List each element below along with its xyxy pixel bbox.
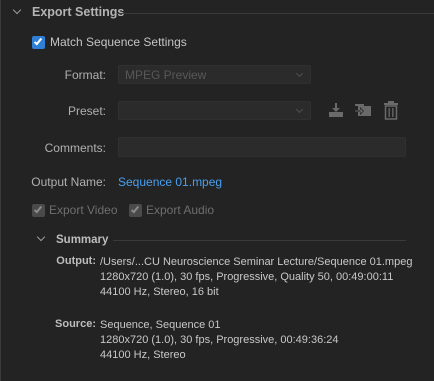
checkmark-icon xyxy=(33,36,43,46)
checkmark-icon xyxy=(33,204,43,214)
checkmark-icon xyxy=(130,204,140,214)
trash-icon[interactable] xyxy=(383,100,399,123)
match-sequence-label[interactable]: Match Sequence Settings xyxy=(50,35,187,49)
export-settings-panel: Export Settings Match Sequence Settings … xyxy=(0,0,434,381)
output-path: /Users/...CU Neuroscience Seminar Lectur… xyxy=(100,256,413,268)
comments-label: Comments: xyxy=(44,141,106,155)
chevron-down-icon xyxy=(295,69,304,78)
output-key: Output: xyxy=(56,255,96,267)
comments-field[interactable] xyxy=(118,137,406,157)
export-video-label: Export Video xyxy=(49,203,118,217)
export-settings-header[interactable]: Export Settings xyxy=(1,0,434,26)
export-video-checkbox[interactable] xyxy=(32,204,45,217)
format-value: MPEG Preview xyxy=(125,68,207,82)
format-label: Format: xyxy=(64,68,106,82)
save-preset-icon[interactable] xyxy=(327,101,345,122)
section-title: Export Settings xyxy=(32,5,125,19)
output-name-label: Output Name: xyxy=(31,175,106,189)
summary-title: Summary xyxy=(56,234,109,246)
export-audio-label: Export Audio xyxy=(146,203,215,217)
summary-divider xyxy=(113,240,406,241)
output-audio-info: 44100 Hz, Stereo, 16 bit xyxy=(100,286,219,298)
chevron-down-icon[interactable] xyxy=(12,5,22,15)
preset-dropdown[interactable] xyxy=(118,101,311,120)
source-key: Source: xyxy=(55,318,96,330)
source-video-info: 1280x720 (1.0), 30 fps, Progressive, 00:… xyxy=(100,334,339,346)
output-name-link[interactable]: Sequence 01.mpeg xyxy=(118,175,222,189)
chevron-down-icon[interactable] xyxy=(36,232,46,242)
output-video-info: 1280x720 (1.0), 30 fps, Progressive, Qua… xyxy=(100,271,394,283)
match-sequence-checkbox[interactable] xyxy=(32,36,45,49)
format-dropdown[interactable]: MPEG Preview xyxy=(118,65,311,84)
chevron-down-icon xyxy=(295,105,304,114)
source-name: Sequence, Sequence 01 xyxy=(100,319,221,331)
export-audio-checkbox[interactable] xyxy=(129,204,142,217)
preset-label: Preset: xyxy=(67,104,106,118)
import-preset-icon[interactable] xyxy=(353,101,373,122)
header-divider xyxy=(117,13,434,14)
source-audio-info: 44100 Hz, Stereo xyxy=(100,349,186,361)
